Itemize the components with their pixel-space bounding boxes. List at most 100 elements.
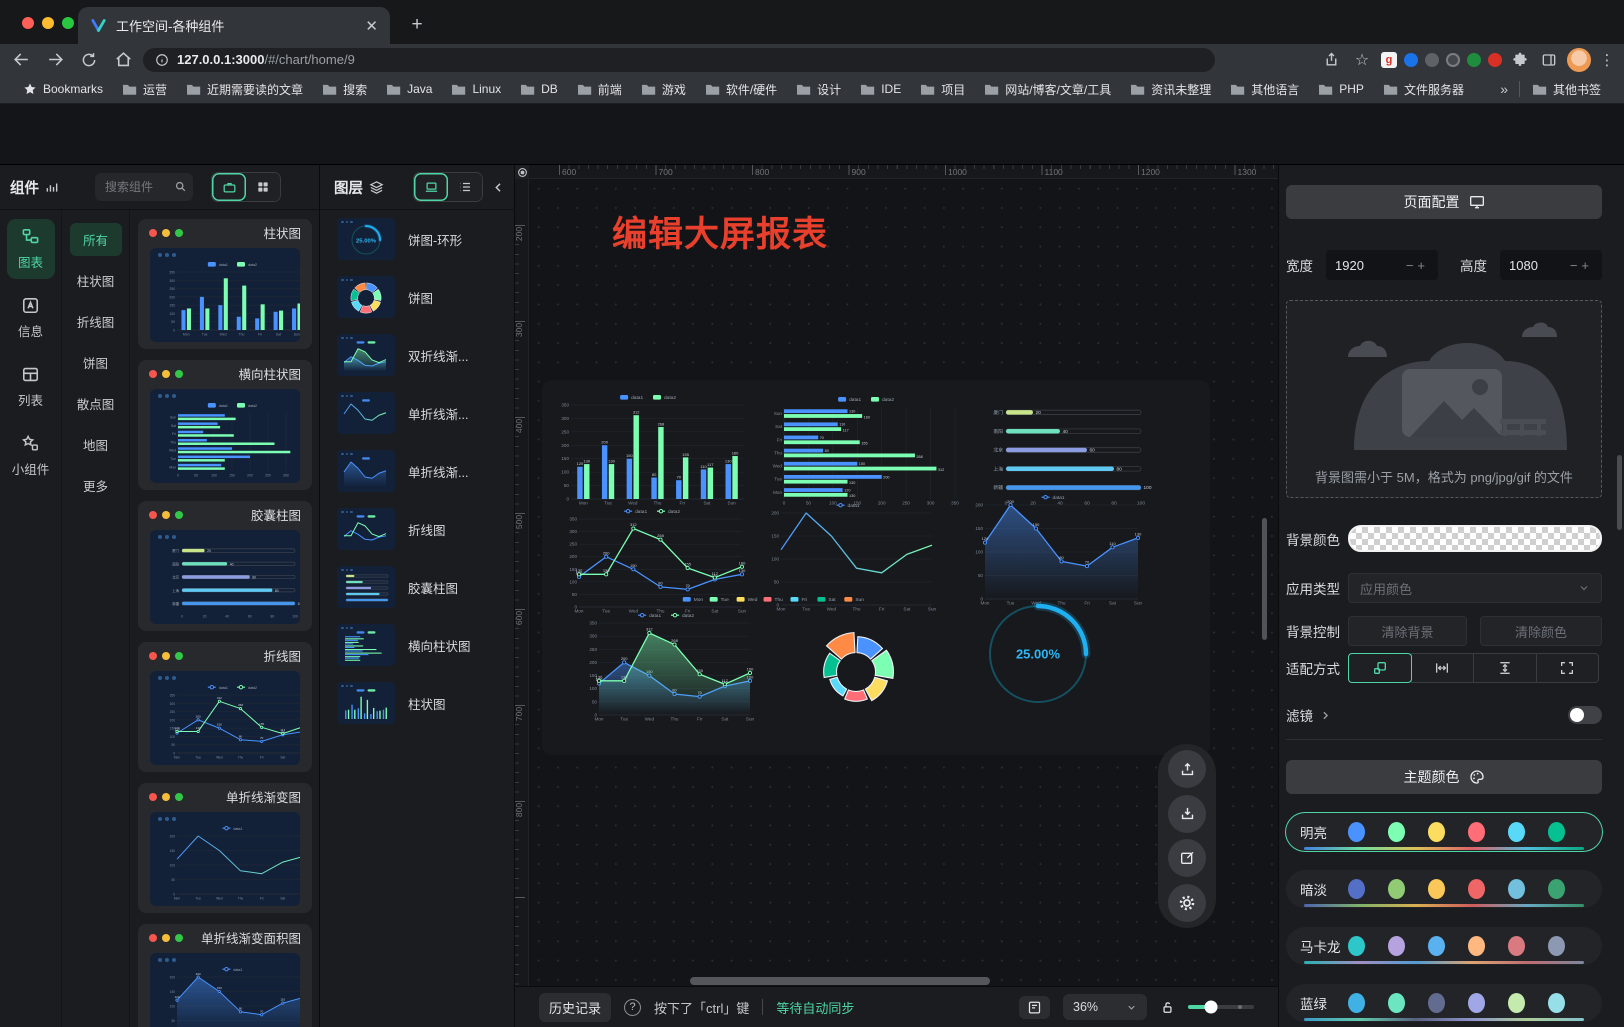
zoom-slider[interactable]	[1188, 1005, 1254, 1009]
window-zoom-button[interactable]	[62, 17, 74, 29]
home-icon[interactable]	[110, 47, 136, 73]
background-color-swatch[interactable]	[1348, 525, 1602, 552]
download-button[interactable]	[1168, 795, 1206, 833]
other-bookmarks-folder[interactable]: 其他书签	[1525, 78, 1608, 101]
canvas-widget-饼图-环形[interactable]: 25.00%	[982, 598, 1094, 710]
category-折线图[interactable]: 折线图	[70, 305, 122, 338]
bookmark-folder[interactable]: 其他语言	[1223, 78, 1306, 101]
forward-icon[interactable]	[42, 47, 68, 73]
extension-icon[interactable]	[1425, 53, 1439, 67]
sidebar-item-小组件[interactable]: 小组件	[7, 426, 55, 486]
layer-item-双折线渐...[interactable]: 双折线渐...	[320, 326, 514, 384]
upload-button[interactable]	[1168, 750, 1206, 788]
single-view-toggle[interactable]	[212, 173, 246, 201]
bookmark-folder[interactable]: 文件服务器	[1376, 78, 1471, 101]
extension-icon[interactable]	[1488, 53, 1502, 67]
bookmark-folder[interactable]: 项目	[913, 78, 972, 101]
notes-button[interactable]	[1019, 996, 1050, 1019]
stepper-minus-plus-icons[interactable]: −+	[1406, 258, 1429, 273]
category-柱状图[interactable]: 柱状图	[70, 264, 122, 297]
bookmark-folder[interactable]: 前端	[570, 78, 629, 101]
page-config-header[interactable]: 页面配置	[1286, 185, 1602, 219]
component-card-柱状图[interactable]: 柱状图 data1data2050100150200250300350MonTu…	[138, 219, 312, 349]
theme-option-明亮[interactable]: 明亮	[1286, 813, 1602, 851]
theme-option-马卡龙[interactable]: 马卡龙	[1286, 927, 1602, 965]
canvas-vertical-scrollbar[interactable]	[1262, 518, 1267, 640]
extension-g-icon[interactable]: g	[1381, 52, 1397, 68]
window-close-button[interactable]	[22, 17, 34, 29]
grid-view-toggle[interactable]	[246, 173, 280, 201]
bookmarks-overflow-chevron[interactable]: »	[1494, 81, 1514, 97]
bookmark-folder[interactable]: 运营	[115, 78, 174, 101]
thumbnail-view-toggle[interactable]	[414, 173, 448, 201]
bookmarks-manager[interactable]: Bookmarks	[16, 79, 110, 99]
help-icon[interactable]: ?	[624, 999, 641, 1016]
canvas-widget-单折线渐变面积图[interactable]: data10501001502001202001508070110130MonT…	[972, 492, 1144, 606]
bookmark-folder[interactable]: 搜索	[315, 78, 374, 101]
history-button[interactable]: 历史记录	[539, 993, 611, 1022]
theme-option-暗淡[interactable]: 暗淡	[1286, 870, 1602, 908]
component-card-横向柱状图[interactable]: 横向柱状图 data1data2050100150200250300350Mon…	[138, 360, 312, 490]
category-更多[interactable]: 更多	[70, 469, 122, 502]
new-tab-button[interactable]: +	[404, 12, 430, 38]
component-card-胶囊柱图[interactable]: 胶囊柱图 厦门20南阳40北京60上海80新疆100020406080100	[138, 501, 312, 631]
theme-option-蓝绿[interactable]: 蓝绿	[1286, 984, 1602, 1022]
clear-background-button[interactable]: 清除背景	[1348, 616, 1467, 646]
reload-icon[interactable]	[76, 47, 102, 73]
theme-color-header[interactable]: 主题颜色	[1286, 760, 1602, 794]
layer-item-单折线渐...[interactable]: 单折线渐...	[320, 384, 514, 442]
bookmark-folder[interactable]: Linux	[444, 79, 508, 99]
bookmark-folder[interactable]: PHP	[1311, 79, 1371, 99]
extension-icon[interactable]	[1446, 53, 1460, 67]
design-canvas[interactable]: 6007008009001000110012001300 20030040050…	[515, 165, 1278, 986]
fit-scale-option[interactable]	[1348, 653, 1412, 683]
layer-item-横向柱状图[interactable]: 横向柱状图	[320, 616, 514, 674]
extension-pin-icon[interactable]	[1404, 53, 1418, 67]
fit-height-option[interactable]	[1473, 653, 1537, 683]
extensions-puzzle-icon[interactable]	[1509, 52, 1531, 68]
url-bar[interactable]: 127.0.0.1:3000/#/chart/home/9	[143, 48, 1215, 72]
bookmark-folder[interactable]: 近期需要读的文章	[179, 78, 310, 101]
browser-tab[interactable]: 工作空间-各种组件 ✕	[78, 7, 390, 44]
bookmark-folder[interactable]: DB	[513, 79, 565, 99]
component-card-单折线渐变图[interactable]: 单折线渐变图 data1050100150200MonTueWedThuFriS…	[138, 783, 312, 913]
fit-stretch-option[interactable]	[1536, 653, 1600, 683]
layer-item-饼图-环形[interactable]: 25.00% 饼图-环形	[320, 210, 514, 268]
stepper-minus-plus-icons[interactable]: −+	[1570, 258, 1593, 273]
zoom-slider-handle[interactable]	[1205, 1001, 1218, 1014]
tab-close-icon[interactable]: ✕	[365, 17, 378, 35]
layer-item-胶囊柱图[interactable]: 胶囊柱图	[320, 558, 514, 616]
charts-zone[interactable]: data1data2050100150200250300350120130Mon…	[542, 380, 1210, 755]
settings-gear-icon[interactable]	[1168, 884, 1206, 922]
layer-item-单折线渐...[interactable]: 单折线渐...	[320, 442, 514, 500]
canvas-horizontal-scrollbar[interactable]	[690, 977, 990, 985]
extension-icon[interactable]	[1467, 53, 1481, 67]
bookmark-folder[interactable]: 网站/博客/文章/工具	[977, 78, 1118, 101]
layer-item-折线图[interactable]: 折线图	[320, 500, 514, 558]
ruler-toggle-eye-icon[interactable]	[515, 165, 529, 179]
bookmark-folder[interactable]: 资讯未整理	[1123, 78, 1218, 101]
edit-button[interactable]	[1168, 839, 1206, 877]
site-info-icon[interactable]	[155, 53, 169, 67]
bookmark-folder[interactable]: 软件/硬件	[698, 78, 784, 101]
zoom-select[interactable]: 36%	[1063, 994, 1147, 1020]
share-icon[interactable]	[1319, 51, 1343, 68]
app-type-select[interactable]: 应用颜色	[1348, 573, 1602, 603]
chevron-right-icon[interactable]	[1319, 709, 1332, 722]
profile-avatar[interactable]	[1567, 48, 1591, 72]
menu-dots-icon[interactable]: ⋮	[1598, 51, 1616, 69]
sidebar-item-信息[interactable]: 信息	[7, 288, 55, 348]
category-饼图[interactable]: 饼图	[70, 346, 122, 379]
lock-icon[interactable]	[1160, 1000, 1175, 1015]
side-panel-icon[interactable]	[1538, 52, 1560, 68]
window-minimize-button[interactable]	[42, 17, 54, 29]
canvas-widget-柱状图[interactable]: data1data2050100150200250300350120130Mon…	[558, 392, 748, 506]
sidebar-item-列表[interactable]: 列表	[7, 357, 55, 417]
panel-scrollbar[interactable]	[1617, 455, 1622, 530]
width-input[interactable]: 1920−+	[1326, 250, 1438, 280]
component-card-折线图[interactable]: 折线图 data1data205010015020025030035012020…	[138, 642, 312, 772]
height-input[interactable]: 1080−+	[1500, 250, 1602, 280]
collapse-panel-chevron[interactable]	[491, 180, 506, 195]
canvas-widget-横向柱状图[interactable]: data1data2050100150200250300350120130Mon…	[770, 394, 972, 506]
bookmark-folder[interactable]: IDE	[853, 79, 908, 99]
